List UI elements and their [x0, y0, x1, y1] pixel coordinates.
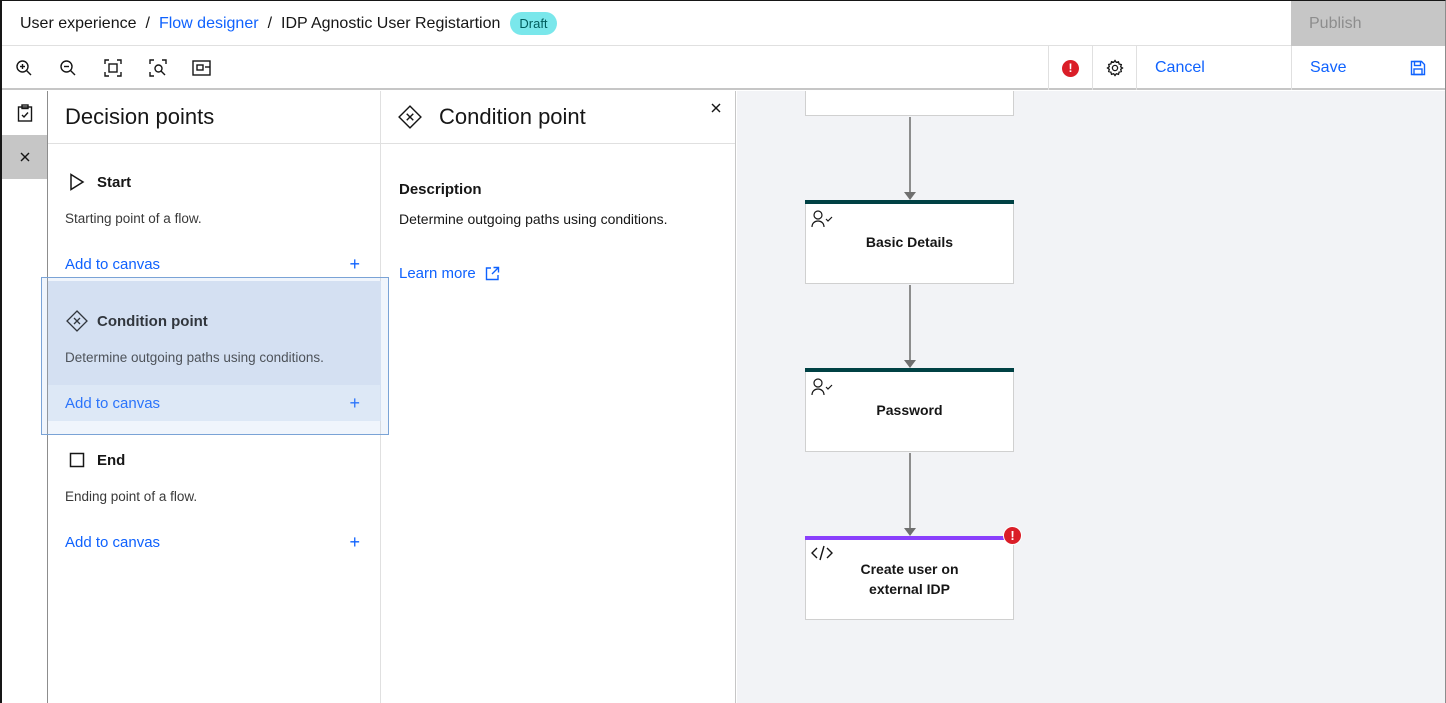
minimap-icon[interactable]: [180, 46, 224, 90]
publish-button[interactable]: Publish: [1291, 1, 1445, 46]
close-icon: [20, 152, 29, 162]
breadcrumb-user-experience[interactable]: User experience: [20, 15, 137, 33]
flow-node-password[interactable]: Password: [805, 368, 1014, 452]
detail-header: Condition point: [381, 91, 735, 144]
flow-node[interactable]: [805, 91, 1014, 116]
condition-diamond-icon: [398, 105, 422, 129]
node-label: Password: [876, 402, 943, 418]
connector-arrow: [904, 528, 916, 536]
add-to-canvas-label: Add to canvas: [65, 255, 161, 273]
decision-item-start[interactable]: Start: [48, 171, 381, 193]
error-icon: !: [1062, 59, 1079, 77]
cancel-label: Cancel: [1155, 59, 1205, 76]
decision-item-condition[interactable]: Condition point: [48, 310, 381, 332]
external-link-icon: [485, 266, 500, 281]
add-end-to-canvas-button[interactable]: Add to canvas +: [48, 524, 380, 560]
cancel-button[interactable]: Cancel: [1136, 46, 1291, 90]
description-text: Determine outgoing paths using condition…: [399, 211, 668, 227]
connector-line: [909, 285, 911, 361]
connector-arrow: [904, 360, 916, 368]
add-condition-to-canvas-button[interactable]: Add to canvas +: [48, 385, 380, 421]
close-detail-button[interactable]: [707, 99, 725, 117]
canvas-toolbar: ! Cancel Save: [2, 46, 1445, 90]
decision-item-name: Condition point: [97, 312, 208, 330]
save-icon: [1410, 60, 1426, 76]
flow-node-basic-details[interactable]: Basic Details: [805, 200, 1014, 284]
decision-item-description: Ending point of a flow.: [65, 489, 198, 504]
node-accent-bar: [805, 368, 1014, 372]
top-header: User experience / Flow designer / IDP Ag…: [2, 1, 1445, 46]
node-label: Basic Details: [865, 234, 954, 250]
flow-node-create-user[interactable]: Create user on external IDP !: [805, 526, 1022, 620]
condition-point-detail-panel: Condition point Description Determine ou…: [381, 91, 736, 703]
decision-item-name: Start: [97, 173, 132, 191]
description-label: Description: [399, 181, 482, 198]
zoom-area-icon[interactable]: [136, 46, 180, 90]
close-icon: [711, 103, 721, 113]
user-check-icon: [811, 377, 835, 397]
square-outline-icon: [66, 449, 88, 471]
user-check-icon: [811, 209, 835, 229]
zoom-out-icon[interactable]: [46, 46, 90, 90]
connector-line: [909, 117, 911, 193]
condition-diamond-icon: [66, 310, 88, 332]
node-error-icon[interactable]: !: [1003, 526, 1022, 545]
left-rail: [2, 91, 48, 703]
gear-icon: [1105, 59, 1124, 77]
add-start-to-canvas-button[interactable]: Add to canvas +: [48, 246, 380, 282]
fit-to-screen-icon[interactable]: [91, 46, 135, 90]
breadcrumb-flow-designer[interactable]: Flow designer: [159, 15, 259, 33]
breadcrumb: User experience / Flow designer / IDP Ag…: [20, 1, 557, 46]
node-label: Create user on external IDP: [860, 561, 959, 597]
add-to-canvas-label: Add to canvas: [65, 533, 161, 551]
settings-button[interactable]: [1092, 46, 1136, 90]
status-badge: Draft: [510, 12, 557, 35]
save-button[interactable]: Save: [1291, 46, 1445, 90]
decision-item-description: Determine outgoing paths using condition…: [65, 350, 324, 365]
rail-close-button[interactable]: [2, 135, 47, 179]
add-icon: +: [349, 253, 360, 274]
connector-line: [909, 453, 911, 529]
add-icon: +: [349, 531, 360, 552]
decision-item-description: Starting point of a flow.: [65, 211, 202, 226]
save-label: Save: [1310, 59, 1347, 76]
zoom-in-icon[interactable]: [2, 46, 46, 90]
decision-item-end[interactable]: End: [48, 449, 381, 471]
rail-clipboard-button[interactable]: [2, 91, 47, 135]
decision-points-panel: Decision points Start Starting point of …: [48, 91, 381, 703]
add-to-canvas-label: Add to canvas: [65, 394, 161, 412]
connector-arrow: [904, 192, 916, 200]
clipboard-icon: [17, 104, 32, 122]
detail-title: Condition point: [439, 104, 586, 129]
play-outline-icon: [66, 171, 88, 193]
breadcrumb-separator: /: [145, 14, 150, 32]
learn-more-link[interactable]: Learn more: [399, 265, 500, 282]
error-indicator[interactable]: !: [1048, 46, 1092, 90]
breadcrumb-flow-name: IDP Agnostic User Registartion: [281, 14, 501, 32]
node-accent-bar: [805, 536, 1014, 540]
flow-canvas[interactable]: Basic Details Password Create user on ex…: [737, 91, 1445, 703]
decision-item-name: End: [97, 451, 126, 469]
breadcrumb-separator: /: [267, 14, 273, 32]
node-accent-bar: [805, 200, 1014, 204]
panel-title: Decision points: [48, 91, 380, 144]
learn-more-label: Learn more: [399, 265, 476, 282]
add-icon: +: [349, 392, 360, 413]
